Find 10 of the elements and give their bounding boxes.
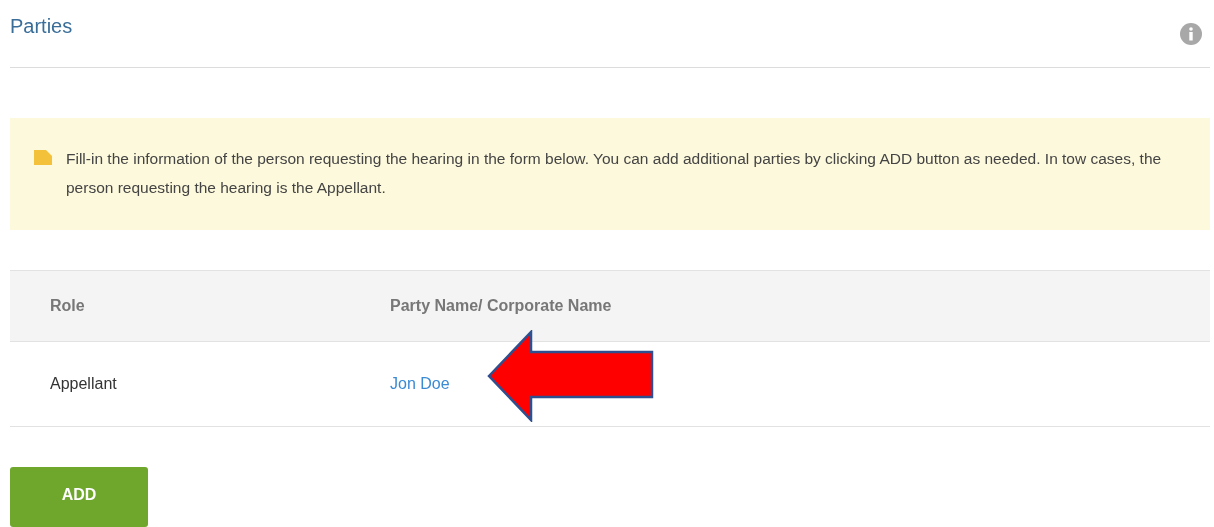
role-cell-text: Appellant — [50, 375, 118, 393]
column-header: Role — [50, 297, 86, 315]
info-icon[interactable] — [1180, 22, 1202, 45]
section-title: Parties — [10, 15, 73, 39]
notice-text: Fill-in the information of the person requesting the hearing in the form below. You can add additional parties by clicking ADD button as needed. In tow cases, the person requesting the hearing is the Appellant. — [66, 149, 1163, 198]
arrow-annotation-icon — [487, 330, 655, 422]
party-name-link[interactable]: Jon Doe — [390, 375, 450, 392]
add-button[interactable]: ADD — [10, 467, 148, 527]
note-icon — [34, 150, 52, 165]
column-header: Party Name/ Corporate Name — [390, 297, 613, 315]
